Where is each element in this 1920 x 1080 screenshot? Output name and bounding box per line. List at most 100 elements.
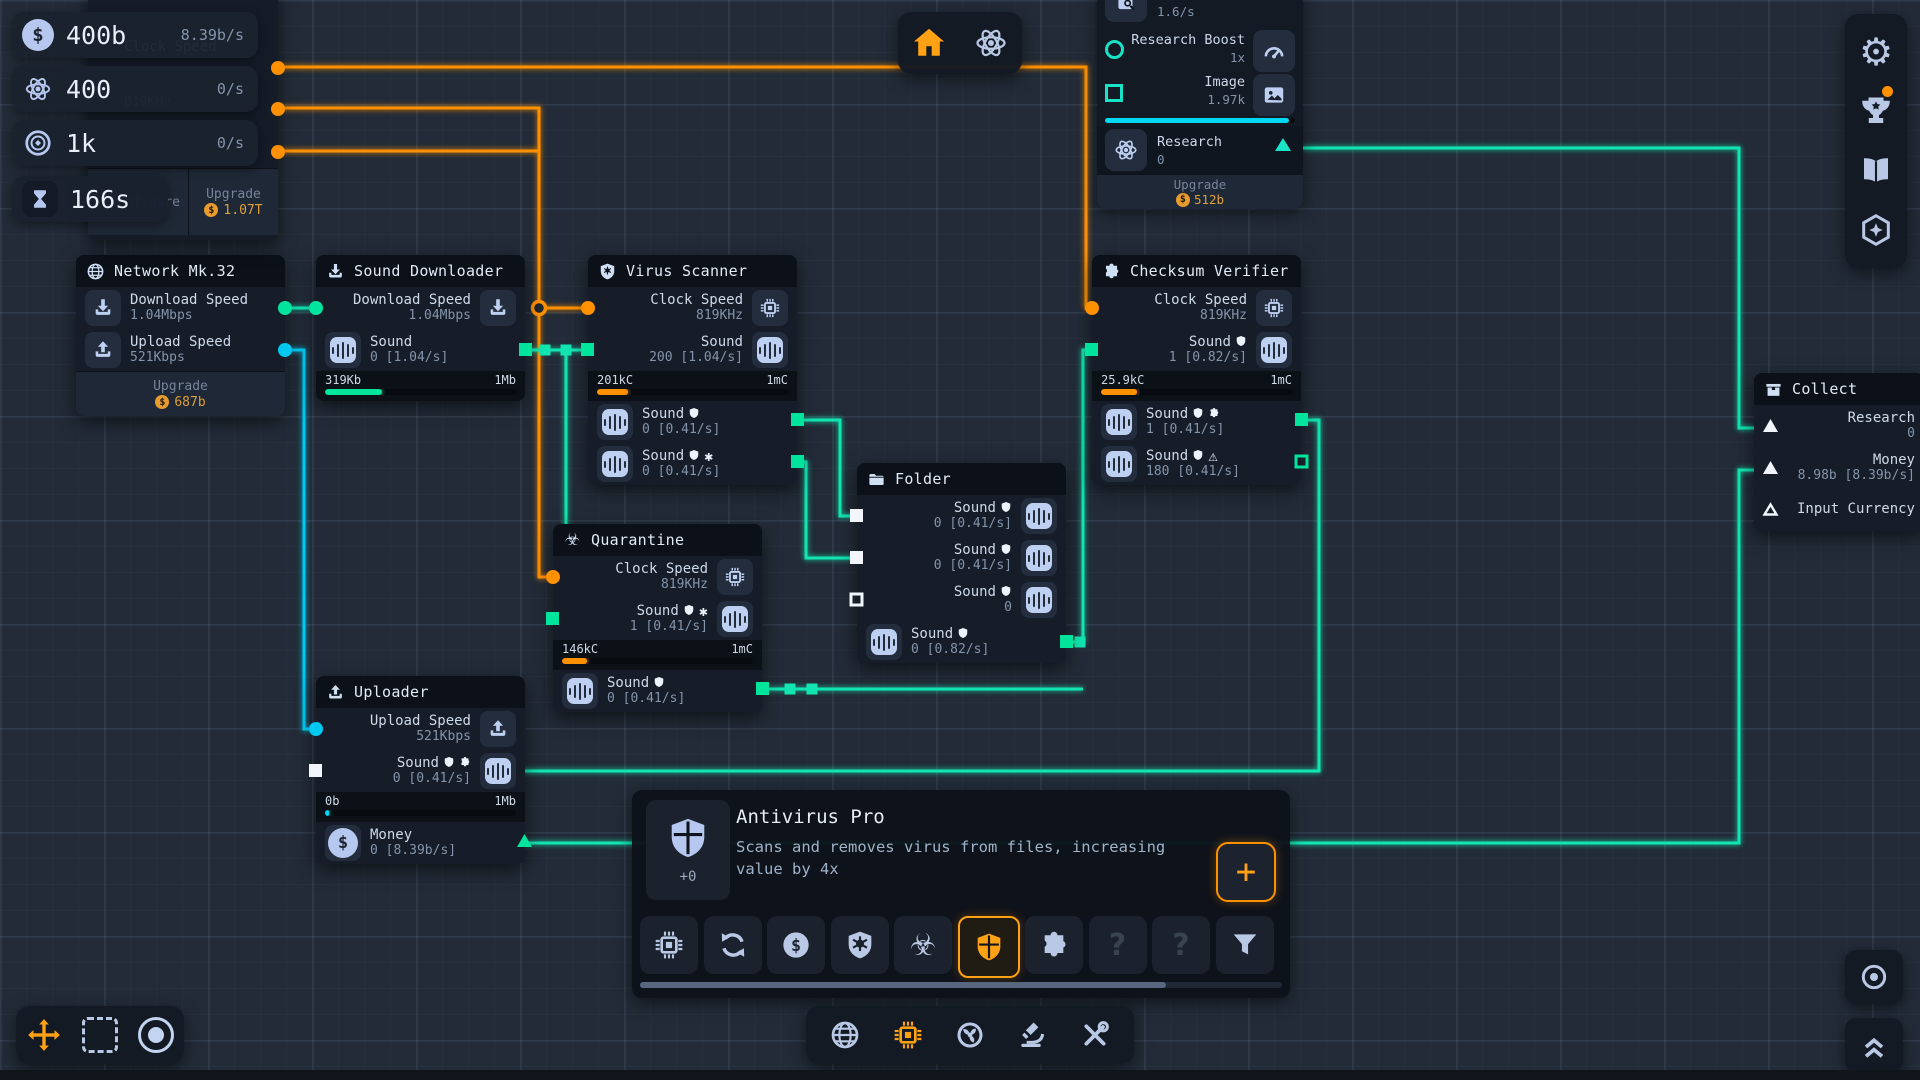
node-sound-downloader[interactable]: Sound Downloader Download Speed1.04Mbps … bbox=[316, 255, 525, 401]
node-row: Download Speed1.04Mbps bbox=[316, 287, 525, 329]
tray-checksum[interactable] bbox=[1025, 916, 1083, 974]
tray-sync[interactable] bbox=[704, 916, 762, 974]
money-icon: $ bbox=[325, 825, 361, 861]
node-row: Sound0 [0.82/s] bbox=[857, 621, 1066, 663]
port-checksum-verifier-right-3[interactable] bbox=[1294, 412, 1309, 427]
chip-icon bbox=[752, 290, 788, 326]
port-uploader-left-1[interactable] bbox=[308, 763, 323, 778]
tray-processor[interactable] bbox=[640, 916, 698, 974]
port-image-in[interactable] bbox=[1105, 84, 1123, 102]
hourglass-icon bbox=[22, 181, 58, 217]
money-rate: 8.39b/s bbox=[181, 26, 244, 44]
tray-antivirus[interactable] bbox=[831, 916, 889, 974]
node-header-folder: Folder bbox=[857, 463, 1066, 495]
node-quarantine[interactable]: ☣Quarantine Clock Speed819KHz Sound✱1 [0… bbox=[553, 524, 762, 712]
port-folder-right-3[interactable] bbox=[1059, 634, 1074, 649]
node-row: Clock Speed819KHz bbox=[1092, 287, 1301, 329]
port-checksum-verifier-left-1[interactable] bbox=[1084, 342, 1099, 357]
research-value: 400 bbox=[66, 75, 111, 104]
sound-icon bbox=[752, 332, 788, 368]
settings-button[interactable]: ⚙ bbox=[1853, 29, 1899, 75]
tray-scrollbar-thumb[interactable] bbox=[640, 982, 1166, 988]
port-cpu-clock-out-3[interactable] bbox=[270, 144, 286, 160]
prestige-button[interactable] bbox=[1853, 207, 1899, 253]
node-virus-scanner[interactable]: Virus Scanner Clock Speed819KHz Sound200… bbox=[588, 255, 797, 485]
port-folder-left-2[interactable] bbox=[849, 592, 864, 607]
port-research-out[interactable] bbox=[1275, 138, 1291, 151]
port-virus-scanner-right-4[interactable] bbox=[790, 454, 805, 469]
sound-icon bbox=[717, 601, 753, 637]
port-network-right-1[interactable] bbox=[277, 342, 293, 358]
node-progress: 319Kb1Mb bbox=[316, 371, 525, 401]
processor-tab-button[interactable] bbox=[883, 1010, 933, 1060]
port-quarantine-right-3[interactable] bbox=[755, 681, 770, 696]
center-view-button[interactable] bbox=[1845, 950, 1903, 1004]
research-tab-button[interactable] bbox=[1007, 1010, 1057, 1060]
chip-icon bbox=[1256, 290, 1292, 326]
port-folder-left-1[interactable] bbox=[849, 550, 864, 565]
tray-antivirus-pro[interactable] bbox=[958, 916, 1020, 978]
node-collect[interactable]: Collect Research0 Money8.98b [8.39b/s] I… bbox=[1754, 373, 1920, 531]
research-node-panel[interactable]: Research Speed 1.6/s Research Boost 1x I… bbox=[1097, 0, 1303, 208]
node-row: Sound0 [1.04/s] bbox=[316, 329, 525, 371]
port-cpu-clock-out-1[interactable] bbox=[270, 60, 286, 76]
focus-tool-button[interactable] bbox=[132, 1011, 180, 1059]
node-network[interactable]: Network Mk.32 Download Speed1.04Mbps Upl… bbox=[76, 255, 285, 416]
tray-locked-2[interactable]: ? bbox=[1152, 916, 1210, 974]
bottom-strip bbox=[0, 1070, 1920, 1080]
node-uploader[interactable]: Uploader Upload Speed521Kbps Sound0 [0.4… bbox=[316, 676, 525, 864]
tray-locked-1[interactable]: ? bbox=[1089, 916, 1147, 974]
achievements-button[interactable] bbox=[1853, 88, 1899, 134]
node-header-sound-downloader: Sound Downloader bbox=[316, 255, 525, 287]
port-collect-left-0[interactable] bbox=[1762, 418, 1779, 433]
target-icon bbox=[22, 127, 54, 159]
tray-quarantine[interactable]: ☣ bbox=[894, 916, 952, 974]
antivirus-pro-icon-box: +0 bbox=[646, 800, 730, 900]
tray-filter[interactable] bbox=[1216, 916, 1274, 974]
tray-scrollbar[interactable] bbox=[640, 982, 1282, 988]
port-network-right-0[interactable] bbox=[277, 300, 293, 316]
node-row: Sound1 [0.41/s] bbox=[1092, 401, 1301, 443]
node-row: Upload Speed521Kbps bbox=[316, 708, 525, 750]
node-checksum-verifier[interactable]: Checksum Verifier Clock Speed819KHz Soun… bbox=[1092, 255, 1301, 485]
cpu-upgrade-button[interactable]: Upgrade $1.07T bbox=[189, 169, 278, 235]
research-view-button[interactable] bbox=[965, 17, 1017, 69]
cooling-tab-button[interactable] bbox=[945, 1010, 995, 1060]
coin-icon: $ bbox=[155, 395, 169, 409]
port-folder-left-0[interactable] bbox=[849, 508, 864, 523]
game-canvas[interactable]: Clock Speed 819KHz Configure Upgrade $1.… bbox=[0, 0, 1920, 1080]
collapse-button[interactable] bbox=[1845, 1018, 1903, 1072]
research-upgrade-button[interactable]: Upgrade $512b bbox=[1097, 174, 1303, 209]
tray-money[interactable]: $ bbox=[767, 916, 825, 974]
move-tool-button[interactable] bbox=[20, 1011, 68, 1059]
port-collect-left-1[interactable] bbox=[1762, 460, 1779, 475]
port-cpu-clock-out-2[interactable] bbox=[270, 101, 286, 117]
port-virus-scanner-left-1[interactable] bbox=[580, 342, 595, 357]
port-checksum-verifier-left-0[interactable] bbox=[1084, 300, 1100, 316]
home-button[interactable] bbox=[903, 17, 955, 69]
port-uploader-right-3[interactable] bbox=[516, 833, 533, 848]
add-node-button[interactable]: + bbox=[1216, 842, 1276, 902]
node-folder[interactable]: Folder Sound0 [0.41/s] Sound0 [0.41/s] S… bbox=[857, 463, 1066, 663]
port-collect-left-2[interactable] bbox=[1762, 502, 1779, 517]
port-research-boost-in[interactable] bbox=[1105, 40, 1124, 59]
port-quarantine-left-1[interactable] bbox=[545, 611, 560, 626]
node-header-uploader: Uploader bbox=[316, 676, 525, 708]
upload-icon bbox=[85, 332, 121, 368]
node-row: $ Money0 [8.39b/s] bbox=[316, 822, 525, 864]
sound-icon bbox=[480, 753, 516, 789]
select-tool-button[interactable] bbox=[76, 1011, 124, 1059]
upload-icon bbox=[326, 683, 345, 702]
port-virus-scanner-left-0[interactable] bbox=[580, 300, 596, 316]
network-tab-button[interactable] bbox=[820, 1010, 870, 1060]
port-sound-downloader-right-1[interactable] bbox=[518, 342, 533, 357]
port-quarantine-left-0[interactable] bbox=[545, 569, 561, 585]
port-virus-scanner-right-3[interactable] bbox=[790, 412, 805, 427]
tools-tab-button[interactable] bbox=[1070, 1010, 1120, 1060]
port-sound-downloader-left-0[interactable] bbox=[308, 300, 324, 316]
upgrade-button[interactable]: Upgrade $687b bbox=[76, 371, 285, 416]
port-checksum-verifier-right-4[interactable] bbox=[1294, 454, 1309, 469]
encyclopedia-button[interactable] bbox=[1853, 148, 1899, 194]
chip-icon bbox=[717, 559, 753, 595]
port-uploader-left-0[interactable] bbox=[308, 721, 324, 737]
